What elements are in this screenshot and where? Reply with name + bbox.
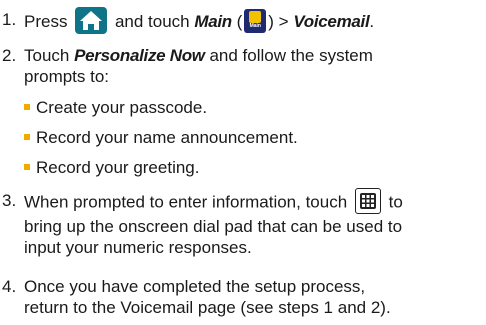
paren-close: ) > [268,11,289,31]
main-icon-caption: Main [249,22,261,29]
step-number: 3. [2,191,17,210]
step-number: 1. [2,10,17,29]
step-text: Press and touch Main (Main) > Voicemail. [24,7,484,36]
voicemail-label: Voicemail [293,11,370,31]
list-item: Create your passcode. [24,97,484,118]
step-2-line-2: prompts to: [24,67,110,86]
step-1-press-text: Press [24,11,68,31]
bullet-icon [24,163,30,170]
bullet-icon [24,133,30,140]
step-3-line-1-end: to [388,192,403,212]
keypad-icon [354,188,381,214]
bullet-text: Create your passcode. [36,98,208,117]
step-text: Touch Personalize Now and follow the sys… [24,45,484,87]
step-1: 1. Press and touch Main (Main) > Voicema… [0,5,486,36]
step-1-touch-text: and touch [114,11,190,31]
list-item: Record your greeting. [24,157,484,178]
main-label: Main [194,11,232,31]
bullet-text: Record your name announcement. [36,128,298,147]
step-3-line-1: When prompted to enter information, touc… [24,192,348,212]
list-item: Record your name announcement. [24,127,484,148]
main-app-icon: Main [244,8,267,33]
main-glyph-icon [249,10,262,23]
bullet-icon [24,103,30,110]
step-4-line-2: return to the Voicemail page (see steps … [24,298,391,317]
step-3: 3. When prompted to enter information, t… [0,188,486,257]
home-icon [75,7,108,34]
step-text: Once you have completed the setup proces… [24,276,484,318]
step-2-follow-text: and follow the system [209,46,373,65]
step-text: When prompted to enter information, touc… [24,188,484,258]
step-3-line-3: input your numeric responses. [24,238,252,257]
bullet-text: Record your greeting. [36,158,200,177]
step-3-line-2: bring up the onscreen dial pad that can … [24,217,403,236]
step-2: 2. Touch Personalize Now and follow the … [0,45,486,91]
step-number: 2. [2,46,17,65]
keypad-grid-icon [359,193,376,209]
step-number: 4. [2,277,17,296]
step-4: 4. Once you have completed the setup pro… [0,276,486,320]
period: . [369,11,375,31]
step-4-line-1: Once you have completed the setup proces… [24,277,366,296]
personalize-now-label: Personalize Now [74,46,205,65]
step-2-touch-text: Touch [24,46,70,65]
paren-open: ( [236,11,243,31]
